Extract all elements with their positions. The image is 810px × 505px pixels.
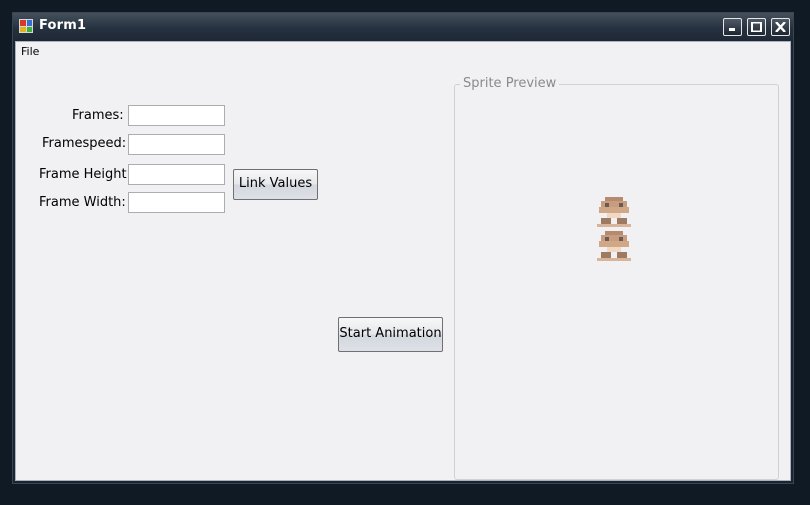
sprite-preview-title: Sprite Preview xyxy=(460,76,560,91)
form-client-area: File Frames: Framespeed: Frame Height: F… xyxy=(15,41,791,481)
app-icon[interactable] xyxy=(19,19,33,33)
minimize-icon xyxy=(729,28,735,31)
close-button[interactable] xyxy=(771,18,790,36)
sprite-frame-2 xyxy=(597,231,631,261)
frame-height-label: Frame Height: xyxy=(39,167,131,182)
start-animation-button[interactable]: Start Animation xyxy=(338,317,443,352)
framespeed-input[interactable] xyxy=(128,134,225,155)
goomba-sprite-icon xyxy=(597,197,631,261)
minimize-button[interactable] xyxy=(723,18,742,36)
frame-width-input[interactable] xyxy=(128,192,225,213)
sprite-preview-groupbox: Sprite Preview xyxy=(454,76,779,480)
close-icon xyxy=(775,22,786,32)
menu-file[interactable]: File xyxy=(21,45,39,58)
menu-bar: File xyxy=(16,42,790,62)
frames-label: Frames: xyxy=(72,108,124,123)
framespeed-label: Framespeed: xyxy=(42,136,127,151)
title-bar[interactable]: Form1 xyxy=(13,13,793,41)
window-title: Form1 xyxy=(39,18,87,33)
maximize-icon xyxy=(751,22,762,32)
main-window: Form1 File Frames: Framespeed: Frame Hei… xyxy=(12,12,794,484)
frames-input[interactable] xyxy=(128,105,225,126)
sprite-frame-1 xyxy=(597,197,631,227)
link-values-button[interactable]: Link Values xyxy=(233,169,318,200)
frame-width-label: Frame Width: xyxy=(39,195,126,210)
frame-height-input[interactable] xyxy=(128,164,225,185)
maximize-button[interactable] xyxy=(747,18,766,36)
